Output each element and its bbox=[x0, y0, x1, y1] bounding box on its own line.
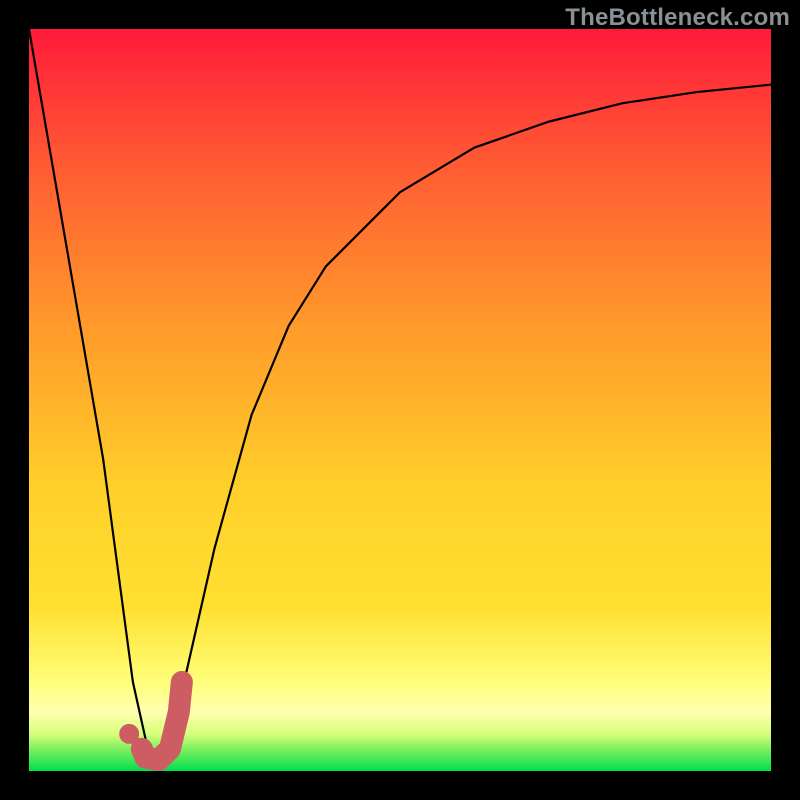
watermark-text: TheBottleneck.com bbox=[565, 4, 790, 32]
plot-area bbox=[29, 29, 771, 771]
chart-svg bbox=[29, 29, 771, 771]
gradient-background bbox=[29, 29, 771, 771]
chart-frame: TheBottleneck.com bbox=[0, 0, 800, 800]
